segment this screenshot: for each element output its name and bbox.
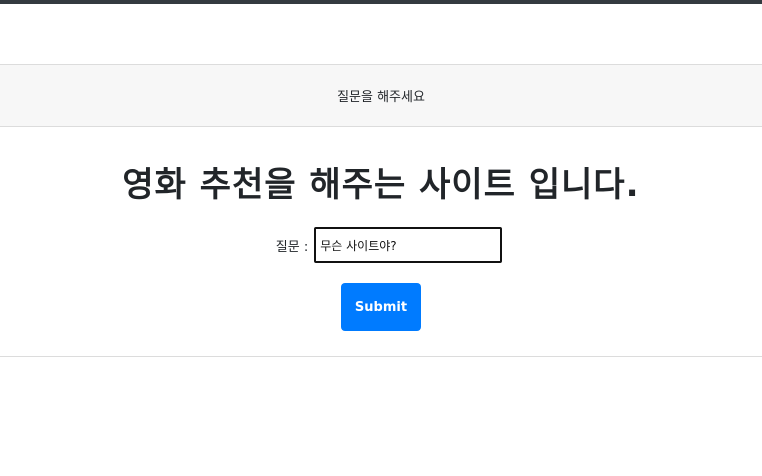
question-input[interactable] — [314, 227, 503, 263]
card-header-title: 질문을 해주세요 — [337, 90, 425, 105]
card-body: 영화 추천을 해주는 사이트 입니다. 질문 : Submit — [0, 127, 762, 331]
page-title: 영화 추천을 해주는 사이트 입니다. — [122, 165, 640, 205]
top-bar — [0, 0, 762, 4]
question-form: 질문 : — [0, 227, 762, 263]
question-label: 질문 : — [275, 239, 309, 255]
submit-button[interactable]: Submit — [341, 283, 421, 331]
card-header: 질문을 해주세요 — [0, 65, 762, 127]
question-card: 질문을 해주세요 영화 추천을 해주는 사이트 입니다. 질문 : Submit — [0, 64, 762, 357]
